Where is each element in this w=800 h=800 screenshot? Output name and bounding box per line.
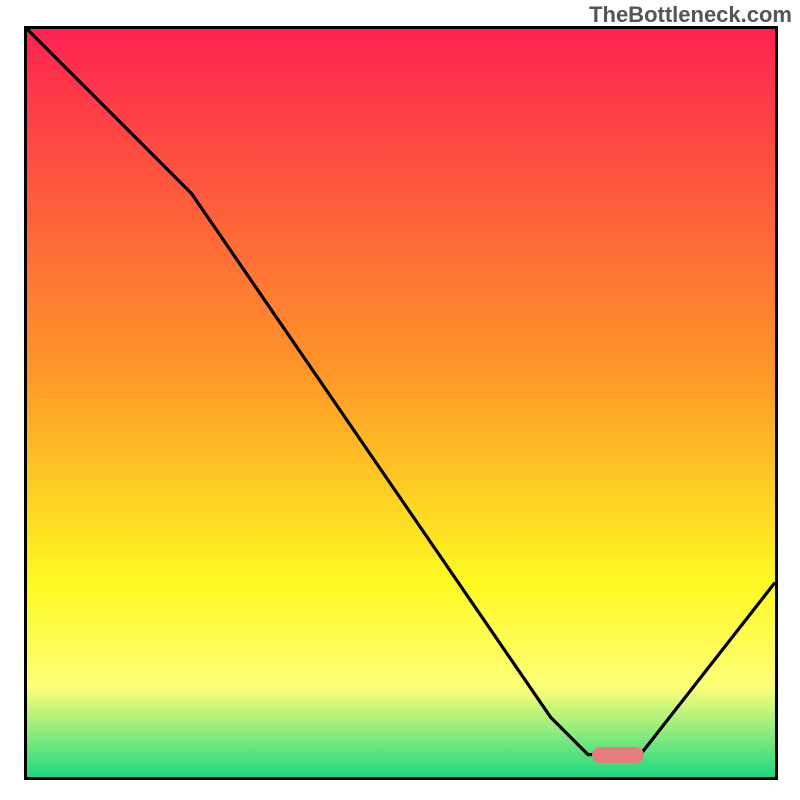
plot-frame [24, 26, 778, 780]
watermark-text: TheBottleneck.com [589, 2, 792, 28]
chart-container: TheBottleneck.com [0, 0, 800, 800]
optimal-marker [592, 747, 644, 763]
bottleneck-curve [27, 29, 775, 777]
